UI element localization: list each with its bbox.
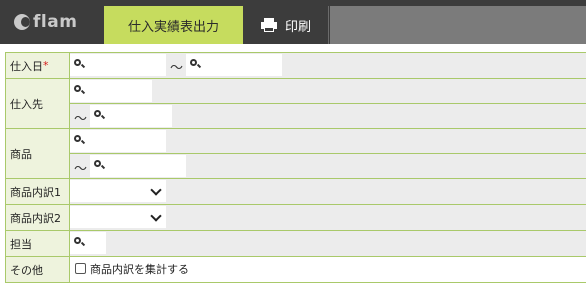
app-logo: flam [14,12,77,32]
logo-icon [14,14,30,30]
row-supplier: 仕入先 ～ [5,79,586,129]
search-icon[interactable] [94,110,106,121]
required-mark: * [43,59,49,72]
row-product-breakdown-2: 商品内訳2 [5,205,586,231]
search-icon[interactable] [74,59,86,70]
top-bar: flam 仕入実績表出力 印刷 [0,0,586,44]
other-label: その他 [6,257,70,282]
row-product-breakdown-1: 商品内訳1 [5,179,586,205]
logo-text: flam [33,12,78,32]
aggregate-breakdown-checkbox[interactable] [75,263,86,274]
search-form: 仕入日 * ～ 仕入先 ～ 商品 ～ 商品内訳1 商品内訳2 担当 その他 商品… [5,52,586,283]
range-separator: ～ [74,162,88,177]
product-label: 商品 [6,129,70,178]
printer-icon [260,18,277,32]
tab-print[interactable]: 印刷 [244,6,329,44]
product-breakdown-1-label: 商品内訳1 [6,179,70,204]
row-other: その他 商品内訳を集計する [5,257,586,283]
tab-purchase-report-label: 仕入実績表出力 [127,19,219,35]
tab-print-label: 印刷 [284,19,311,35]
search-icon[interactable] [74,135,86,146]
search-icon[interactable] [190,59,202,70]
supplier-label: 仕入先 [6,79,70,128]
tab-purchase-report[interactable]: 仕入実績表出力 [104,6,243,44]
row-purchase-date: 仕入日 * ～ [5,53,586,79]
search-icon[interactable] [74,85,86,96]
purchase-date-label: 仕入日 * [6,53,70,78]
product-breakdown-2-label: 商品内訳2 [6,205,70,230]
search-icon[interactable] [94,160,106,171]
row-product: 商品 ～ [5,129,586,179]
row-person-in-charge: 担当 [5,231,586,257]
range-separator: ～ [170,61,184,76]
range-separator: ～ [74,112,88,127]
search-icon[interactable] [74,237,86,248]
aggregate-breakdown-checkbox-label[interactable]: 商品内訳を集計する [90,261,189,277]
tab-bar-filler [330,6,586,44]
person-in-charge-label: 担当 [6,231,70,256]
